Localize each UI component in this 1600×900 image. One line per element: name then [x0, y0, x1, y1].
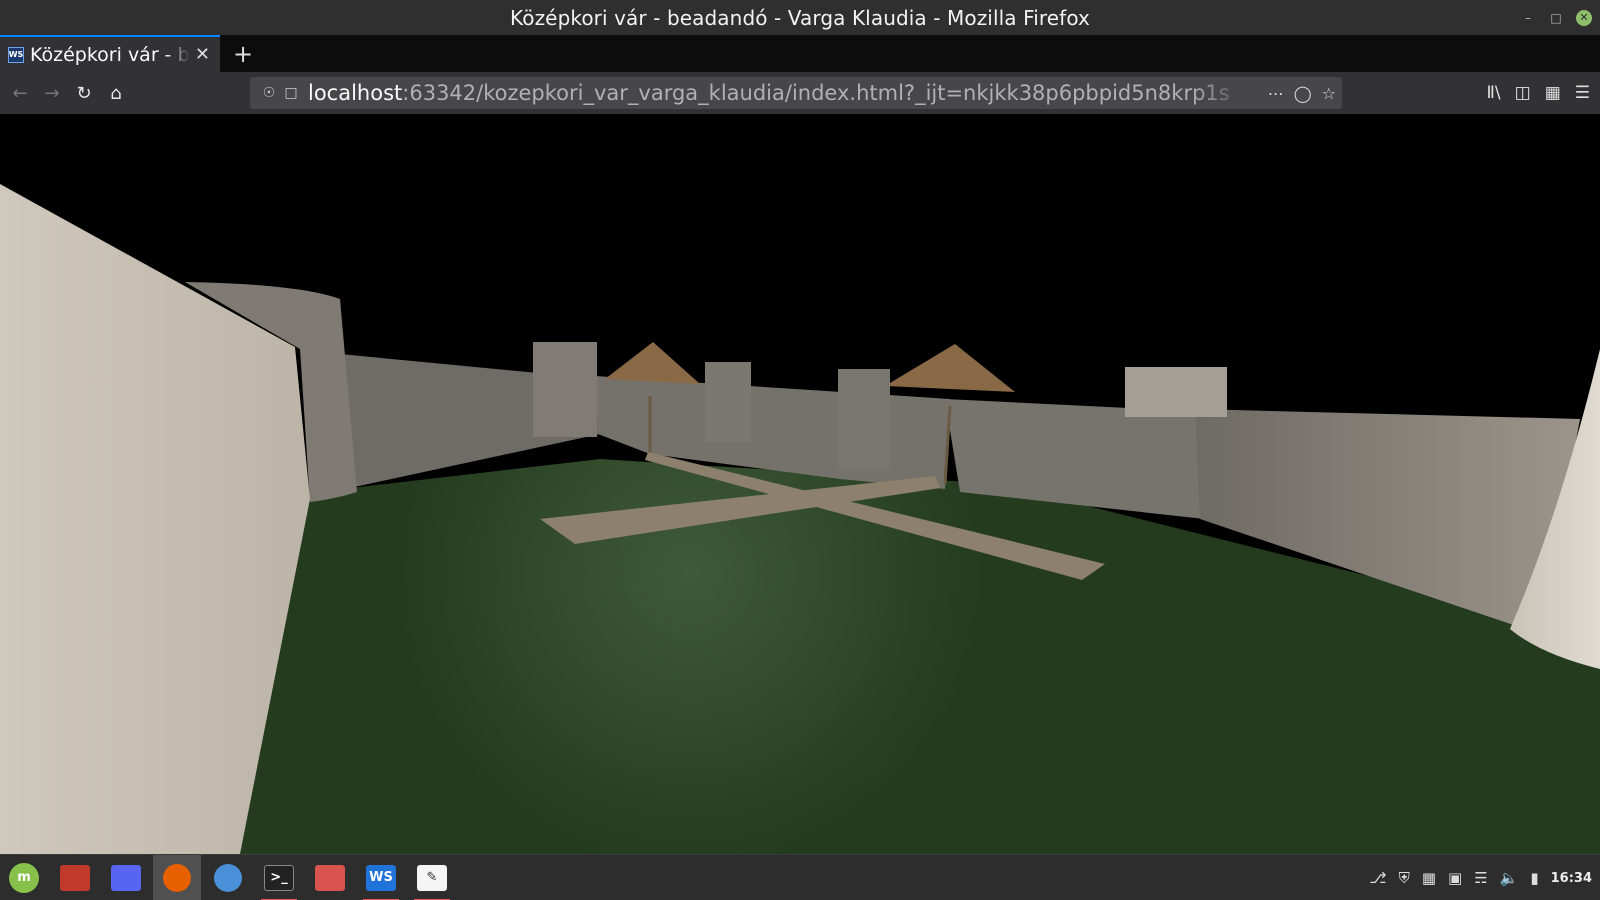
menu-button[interactable]: m [0, 855, 48, 900]
page-info-icon[interactable]: □ [280, 85, 302, 101]
clipboard-icon[interactable]: ▦ [1422, 869, 1436, 887]
firefox-icon [163, 863, 191, 892]
pocket-icon[interactable]: ◯ [1294, 84, 1312, 103]
minimize-icon[interactable]: – [1520, 10, 1536, 26]
tab-active[interactable]: WS Középkori vár - beadandó - Varga Klau… [0, 35, 220, 72]
url-path: :63342/kozepkori_var_varga_klaudia/index… [402, 81, 1230, 105]
update-manager-icon[interactable]: ▣ [1448, 869, 1462, 887]
taskbar-app-files[interactable] [306, 855, 354, 900]
extensions-icon[interactable]: ▦ [1545, 83, 1561, 103]
toolbar-right: Ⅱ\ ◫ ▦ ☰ [1487, 72, 1590, 114]
forward-button[interactable]: → [36, 77, 68, 109]
url-bar[interactable]: ☉ □ localhost:63342/kozepkori_var_varga_… [250, 77, 1342, 109]
tracking-protection-shield-icon[interactable]: ☉ [258, 85, 280, 101]
home-button[interactable]: ⌂ [100, 77, 132, 109]
battery-icon[interactable]: ▮ [1530, 869, 1538, 887]
folder-icon [315, 864, 345, 891]
reload-button[interactable]: ↻ [68, 77, 100, 109]
linux-mint-logo-icon: m [9, 862, 39, 893]
tab-strip: WS Középkori vár - beadandó - Varga Klau… [0, 35, 1600, 72]
url-actions: ⋯ ◯ ☆ [1268, 84, 1336, 103]
taskbar-app-firefox[interactable] [153, 854, 201, 900]
back-button[interactable]: ← [4, 77, 36, 109]
volume-icon[interactable]: 🔈 [1500, 869, 1519, 887]
navigation-toolbar: ← → ↻ ⌂ ☉ □ localhost:63342/kozepkori_va… [0, 72, 1600, 114]
webstorm-favicon-icon: WS [8, 46, 24, 63]
system-tray: ⎇ ⛨ ▦ ▣ ☴ 🔈 ▮ 16:34 [1369, 855, 1592, 900]
shield-icon[interactable]: ⛨ [1399, 869, 1410, 887]
taskbar-app-discord[interactable] [102, 855, 150, 900]
tower-back-1 [533, 342, 597, 437]
taskbar-app-show-desktop[interactable] [51, 855, 99, 900]
terminal-icon: >_ [264, 864, 294, 891]
taskbar-app-webstorm[interactable]: WS [357, 855, 405, 900]
tab-close-icon[interactable]: ✕ [195, 44, 210, 65]
hamburger-menu-icon[interactable]: ☰ [1575, 83, 1590, 103]
new-tab-button[interactable]: + [226, 35, 260, 72]
sidebar-icon[interactable]: ◫ [1515, 83, 1531, 103]
taskbar-app-text-editor[interactable]: ✎ [408, 855, 456, 900]
taskbar-app-terminal[interactable]: >_ [255, 855, 303, 900]
clock[interactable]: 16:34 [1551, 871, 1592, 886]
text-editor-icon: ✎ [417, 864, 447, 891]
close-window-icon[interactable]: ✕ [1576, 9, 1592, 26]
webgl-canvas[interactable] [0, 114, 1600, 854]
wifi-icon[interactable]: ☴ [1474, 869, 1487, 887]
bluetooth-icon[interactable]: ⎇ [1369, 869, 1386, 887]
window-title: Középkori vár - beadandó - Varga Klaudia… [510, 5, 1090, 30]
chromium-icon [214, 863, 242, 892]
taskbar-app-chromium[interactable] [204, 855, 252, 900]
window-titlebar: Középkori vár - beadandó - Varga Klaudia… [0, 0, 1600, 35]
library-icon[interactable]: Ⅱ\ [1487, 83, 1501, 103]
maximize-icon[interactable]: □ [1548, 10, 1564, 26]
url-host: localhost [308, 81, 403, 105]
tower-back-3 [838, 369, 890, 469]
tower-back-4 [1125, 367, 1227, 417]
system-taskbar: m >_ WS ✎ ⎇ ⛨ ▦ ▣ ☴ 🔈 ▮ 16:34 [0, 854, 1600, 900]
tab-title: Középkori vár - beadandó - Varga Klaudia [30, 43, 190, 66]
page-actions-menu-icon[interactable]: ⋯ [1268, 84, 1284, 103]
bookmark-star-icon[interactable]: ☆ [1322, 84, 1336, 103]
show-desktop-icon [60, 864, 90, 891]
window-controls: – □ ✕ [1520, 0, 1592, 35]
webstorm-icon: WS [366, 864, 396, 891]
url-text[interactable]: localhost:63342/kozepkori_var_varga_klau… [308, 81, 1248, 105]
roof-right [885, 344, 1015, 392]
castle-scene [0, 184, 1600, 854]
roof-left [605, 342, 700, 384]
tower-back-2 [705, 362, 751, 442]
discord-icon [111, 864, 141, 891]
